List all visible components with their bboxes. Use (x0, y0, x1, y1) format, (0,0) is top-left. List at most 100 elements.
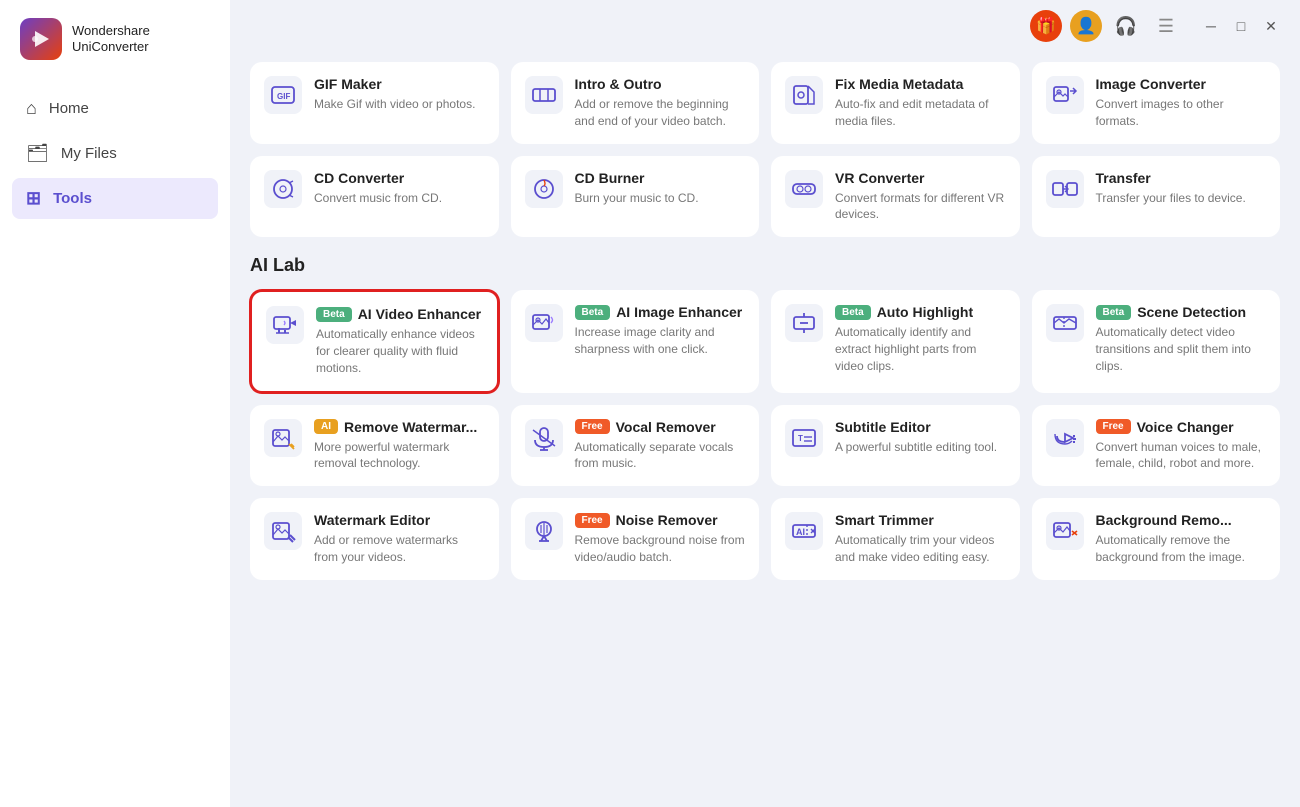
voice-changer-badge: Free (1096, 419, 1131, 434)
home-icon: ⌂ (26, 98, 37, 119)
auto-highlight-title: Auto Highlight (877, 304, 973, 320)
main-content: GIF GIF Maker Make Gif with video or pho… (230, 42, 1300, 807)
voice-changer-desc: Convert human voices to male, female, ch… (1096, 439, 1267, 473)
noise-remover-badge: Free (575, 513, 610, 528)
minimize-button[interactable]: ─ (1198, 13, 1224, 39)
user-button[interactable]: 👤 (1070, 10, 1102, 42)
card-image-converter[interactable]: Image Converter Convert images to other … (1032, 62, 1281, 144)
card-vr-converter[interactable]: VR Converter Convert formats for differe… (771, 156, 1020, 238)
noise-remover-icon (525, 512, 563, 550)
tools-icon: ⊞ (26, 188, 41, 209)
card-cd-burner[interactable]: CD Burner Burn your music to CD. (511, 156, 760, 238)
card-noise-remover[interactable]: Free Noise Remover Remove background noi… (511, 498, 760, 580)
auto-highlight-icon (785, 304, 823, 342)
intro-outro-icon (525, 76, 563, 114)
card-transfer[interactable]: Transfer Transfer your files to device. (1032, 156, 1281, 238)
app-logo-icon (20, 18, 62, 60)
ai-lab-grid: Beta AI Video Enhancer Automatically enh… (250, 290, 1280, 580)
maximize-button[interactable]: □ (1228, 13, 1254, 39)
vocal-remover-desc: Automatically separate vocals from music… (575, 439, 746, 473)
svg-text:T: T (798, 434, 803, 443)
smart-trimmer-icon: AI (785, 512, 823, 550)
scene-detection-icon (1046, 304, 1084, 342)
ai-video-enhancer-desc: Automatically enhance videos for clearer… (316, 326, 483, 376)
gif-maker-desc: Make Gif with video or photos. (314, 96, 485, 113)
sidebar-item-home[interactable]: ⌂ Home (12, 88, 218, 129)
svg-text:AI: AI (796, 527, 805, 537)
card-auto-highlight[interactable]: Beta Auto Highlight Automatically identi… (771, 290, 1020, 392)
remove-watermark-icon (264, 419, 302, 457)
gift-button[interactable]: 🎁 (1030, 10, 1062, 42)
noise-remover-title: Noise Remover (616, 512, 718, 528)
ai-video-enhancer-title: AI Video Enhancer (358, 306, 481, 322)
background-remover-title: Background Remo... (1096, 512, 1232, 528)
subtitle-editor-icon: T (785, 419, 823, 457)
subtitle-editor-title: Subtitle Editor (835, 419, 931, 435)
app-name: Wondershare UniConverter (72, 23, 150, 54)
gif-maker-title: GIF Maker (314, 76, 382, 92)
headset-button[interactable]: 🎧 (1110, 10, 1142, 42)
background-remover-desc: Automatically remove the background from… (1096, 532, 1267, 566)
scene-detection-badge: Beta (1096, 305, 1132, 320)
card-voice-changer[interactable]: Free Voice Changer Convert human voices … (1032, 405, 1281, 487)
menu-button[interactable]: ☰ (1150, 10, 1182, 42)
card-ai-image-enhancer[interactable]: Beta AI Image Enhancer Increase image cl… (511, 290, 760, 392)
card-smart-trimmer[interactable]: AI Smart Trimmer Automatically trim your… (771, 498, 1020, 580)
intro-outro-desc: Add or remove the beginning and end of y… (575, 96, 746, 130)
card-ai-video-enhancer[interactable]: Beta AI Video Enhancer Automatically enh… (250, 290, 499, 392)
auto-highlight-badge: Beta (835, 305, 871, 320)
topbar: 🎁 👤 🎧 ☰ ─ □ ✕ (230, 0, 1300, 42)
noise-remover-desc: Remove background noise from video/audio… (575, 532, 746, 566)
smart-trimmer-desc: Automatically trim your videos and make … (835, 532, 1006, 566)
intro-outro-title: Intro & Outro (575, 76, 662, 92)
image-converter-icon (1046, 76, 1084, 114)
ai-image-enhancer-badge: Beta (575, 305, 611, 320)
card-intro-outro[interactable]: Intro & Outro Add or remove the beginnin… (511, 62, 760, 144)
vr-converter-desc: Convert formats for different VR devices… (835, 190, 1006, 224)
myfiles-icon: 🗂 (26, 143, 49, 164)
card-watermark-editor[interactable]: Watermark Editor Add or remove watermark… (250, 498, 499, 580)
watermark-editor-icon (264, 512, 302, 550)
image-converter-title: Image Converter (1096, 76, 1206, 92)
card-gif-maker[interactable]: GIF GIF Maker Make Gif with video or pho… (250, 62, 499, 144)
voice-changer-icon (1046, 419, 1084, 457)
smart-trimmer-title: Smart Trimmer (835, 512, 934, 528)
background-remover-icon (1046, 512, 1084, 550)
card-scene-detection[interactable]: Beta Scene Detection Automatically detec… (1032, 290, 1281, 392)
sidebar: Wondershare UniConverter ⌂ Home 🗂 My Fil… (0, 0, 230, 807)
close-button[interactable]: ✕ (1258, 13, 1284, 39)
fix-media-desc: Auto-fix and edit metadata of media file… (835, 96, 1006, 130)
cd-converter-title: CD Converter (314, 170, 404, 186)
subtitle-editor-desc: A powerful subtitle editing tool. (835, 439, 1006, 456)
transfer-title: Transfer (1096, 170, 1151, 186)
vocal-remover-title: Vocal Remover (616, 419, 716, 435)
card-background-remover[interactable]: Background Remo... Automatically remove … (1032, 498, 1281, 580)
remove-watermark-badge: AI (314, 419, 338, 434)
vr-converter-icon (785, 170, 823, 208)
cd-burner-desc: Burn your music to CD. (575, 190, 746, 207)
remove-watermark-desc: More powerful watermark removal technolo… (314, 439, 485, 473)
window-controls: ─ □ ✕ (1198, 13, 1284, 39)
sidebar-item-myfiles[interactable]: 🗂 My Files (12, 133, 218, 174)
fix-media-icon (785, 76, 823, 114)
vocal-remover-icon (525, 419, 563, 457)
cd-burner-title: CD Burner (575, 170, 645, 186)
transfer-desc: Transfer your files to device. (1096, 190, 1267, 207)
sidebar-item-myfiles-label: My Files (61, 145, 117, 162)
ai-video-enhancer-badge: Beta (316, 307, 352, 322)
ai-image-enhancer-title: AI Image Enhancer (616, 304, 742, 320)
gif-maker-icon: GIF (264, 76, 302, 114)
card-fix-media[interactable]: Fix Media Metadata Auto-fix and edit met… (771, 62, 1020, 144)
sidebar-item-home-label: Home (49, 100, 89, 117)
ai-image-enhancer-desc: Increase image clarity and sharpness wit… (575, 324, 746, 358)
card-cd-converter[interactable]: CD Converter Convert music from CD. (250, 156, 499, 238)
sidebar-item-tools[interactable]: ⊞ Tools (12, 178, 218, 219)
auto-highlight-desc: Automatically identify and extract highl… (835, 324, 1006, 374)
card-vocal-remover[interactable]: Free Vocal Remover Automatically separat… (511, 405, 760, 487)
card-remove-watermark[interactable]: AI Remove Watermar... More powerful wate… (250, 405, 499, 487)
card-subtitle-editor[interactable]: T Subtitle Editor A powerful subtitle ed… (771, 405, 1020, 487)
cd-burner-icon (525, 170, 563, 208)
nav-items: ⌂ Home 🗂 My Files ⊞ Tools (0, 78, 230, 229)
logo-area: Wondershare UniConverter (0, 0, 230, 78)
cd-converter-icon (264, 170, 302, 208)
